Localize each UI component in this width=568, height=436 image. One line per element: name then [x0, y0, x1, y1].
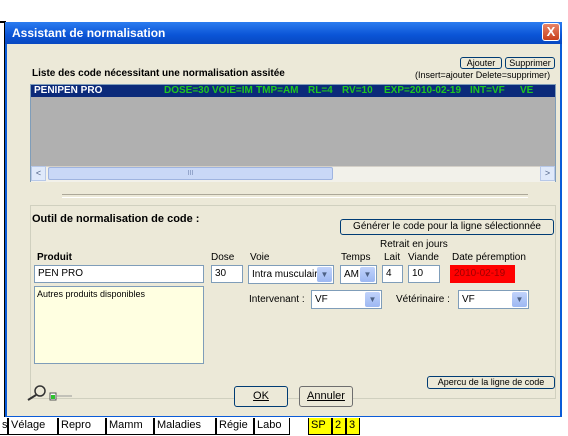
row-product: PENIPEN PRO	[34, 85, 103, 96]
annuler-label: Annuler	[307, 390, 345, 402]
ok-label: OK	[253, 390, 269, 402]
chevron-down-icon[interactable]: ▼	[317, 267, 332, 282]
intervenant-select-value: VF	[315, 294, 328, 305]
chevron-down-icon[interactable]: ▼	[365, 292, 380, 307]
row-rv: RV=10	[342, 85, 373, 96]
tab-sp[interactable]: SP	[308, 418, 332, 435]
scroll-thumb[interactable]: III	[48, 167, 333, 180]
voie-select-value: Intra musculaire	[252, 269, 324, 280]
intervenant-select[interactable]: VF ▼	[311, 290, 382, 309]
parent-app-background	[0, 0, 568, 22]
lait-field[interactable]: 4	[382, 265, 403, 283]
divider	[62, 194, 528, 198]
voie-label: Voie	[250, 252, 270, 263]
annuler-button[interactable]: Annuler	[299, 386, 353, 407]
close-button[interactable]: X	[542, 23, 560, 41]
tab-2[interactable]: 2	[332, 418, 346, 435]
veterinaire-select-value: VF	[462, 294, 475, 305]
row-exp: EXP=2010-02-19	[384, 85, 462, 96]
dose-label: Dose	[211, 252, 235, 263]
row-tmp: TMP=AM	[256, 85, 299, 96]
tab-s[interactable]: s	[0, 418, 8, 435]
date-peremption-label: Date péremption	[452, 252, 526, 263]
tab-velage[interactable]: Vélage	[8, 418, 58, 435]
tab-mamm[interactable]: Mamm	[106, 418, 154, 435]
add-button[interactable]: Ajouter	[460, 57, 502, 69]
voie-select[interactable]: Intra musculaire ▼	[248, 265, 334, 284]
close-icon: X	[546, 24, 556, 39]
chevron-down-icon[interactable]: ▼	[512, 292, 527, 307]
lait-label: Lait	[384, 252, 401, 263]
zoom-control[interactable]	[26, 383, 74, 401]
veterinaire-select[interactable]: VF ▼	[458, 290, 529, 309]
produit-label: Produit	[37, 252, 72, 263]
keyboard-hint: (Insert=ajouter Delete=supprimer)	[415, 70, 551, 80]
viande-field[interactable]: 10	[408, 265, 440, 283]
row-int: INT=VF	[470, 85, 505, 96]
veterinaire-label: Vétérinaire :	[396, 294, 450, 305]
row-voie: VOIE=IM	[212, 85, 253, 96]
retrait-label: Retrait en jours	[380, 239, 448, 250]
scroll-right-button[interactable]: >	[540, 166, 555, 181]
chevron-down-icon[interactable]: ▼	[360, 267, 375, 282]
temps-label: Temps	[341, 252, 371, 263]
window-title: Assistant de normalisation	[12, 26, 166, 40]
viande-label: Viande	[408, 252, 439, 263]
grip-icon: III	[187, 170, 194, 177]
list-item-selected[interactable]: PENIPEN PRO DOSE=30 VOIE=IM TMP=AM RL=4 RV=10…	[31, 85, 555, 97]
intervenant-label: Intervenant :	[249, 294, 305, 305]
produit-field[interactable]: PEN PRO	[34, 265, 204, 283]
row-ve: VE	[520, 85, 534, 96]
delete-button[interactable]: Supprimer	[505, 57, 555, 69]
chevron-right-icon: >	[544, 168, 551, 178]
ok-button[interactable]: OK	[234, 386, 288, 407]
scroll-left-button[interactable]: <	[31, 166, 46, 181]
tab-maladies[interactable]: Maladies	[154, 418, 216, 435]
tab-3[interactable]: 3	[346, 418, 360, 435]
magnifier-icon	[27, 385, 72, 401]
tab-regie[interactable]: Régie	[216, 418, 254, 435]
row-dose: DOSE=30	[164, 85, 210, 96]
dose-field[interactable]: 30	[211, 265, 243, 283]
temps-select-value: AM	[344, 269, 359, 280]
apercu-button[interactable]: Apercu de la ligne de code	[427, 376, 555, 389]
generate-code-button[interactable]: Générer le code pour la ligne sélectionn…	[340, 219, 554, 235]
temps-select[interactable]: AM ▼	[340, 265, 377, 284]
chevron-left-icon: <	[35, 168, 42, 178]
list-heading: Liste des code nécessitant une normalisa…	[32, 68, 285, 79]
date-peremption-field[interactable]: 2010-02-19	[450, 265, 515, 283]
tool-heading: Outil de normalisation de code :	[32, 213, 200, 225]
autres-produits-label: Autres produits disponibles	[37, 289, 146, 299]
tab-labo[interactable]: Labo	[254, 418, 290, 435]
row-rl: RL=4	[308, 85, 333, 96]
tab-repro[interactable]: Repro	[58, 418, 106, 435]
